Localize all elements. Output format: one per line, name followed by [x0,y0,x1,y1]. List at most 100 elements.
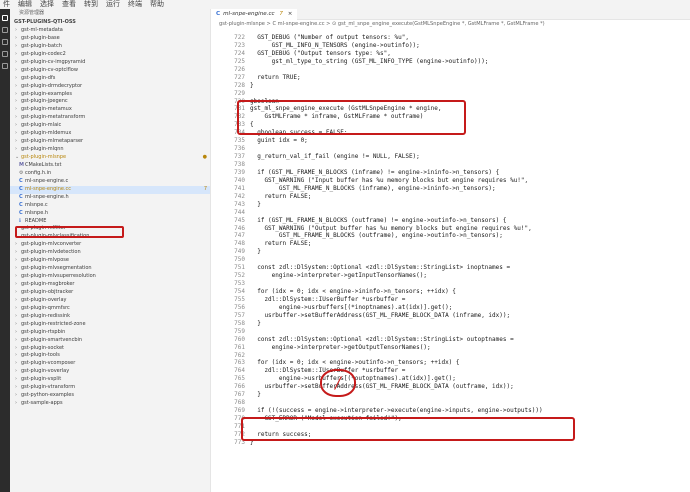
code-line[interactable]: 768 [211,399,690,407]
code-line[interactable]: 722 GST_DEBUG ("Number of output tensors… [211,34,690,42]
code-line[interactable]: 741 GST_ML_FRAME_N_BLOCKS (inframe), eng… [211,185,690,193]
tree-item[interactable]: ⌄ gst-plugin-mlsnpe ● [10,154,210,162]
tree-item[interactable]: › gst-plugin-jpegenc [10,98,210,106]
tree-item[interactable]: › gst-plugin-metatransform [10,114,210,122]
tree-item[interactable]: › gst-plugin-socket [10,345,210,353]
code-line[interactable]: 755 zdl::DlSystem::IUserBuffer *usrbuffe… [211,296,690,304]
code-line[interactable]: 766 usrbuffer->setBufferAddress(GST_ML_F… [211,383,690,391]
tree-item[interactable]: Cml-snpe-engine.h [10,194,210,202]
tree-item[interactable]: › gst-ml-metadata [10,27,210,35]
tree-item[interactable]: › gst-plugin-objtracker [10,289,210,297]
tree-item[interactable]: › gst-plugin-mlvpose [10,257,210,265]
tree-item[interactable]: › gst-plugin-codec2 [10,51,210,59]
code-line[interactable]: 724 GST_DEBUG ("Output tensors type: %s"… [211,50,690,58]
tree-item[interactable]: ℹ README [10,218,210,226]
code-view[interactable]: 722 GST_DEBUG ("Number of output tensors… [211,34,690,447]
menu-item-0[interactable]: 件 [3,0,10,9]
code-line[interactable]: 750 [211,256,690,264]
search-icon[interactable] [2,27,8,33]
extensions-icon[interactable] [2,63,8,69]
code-line[interactable]: 757 usrbuffer->setBufferAddress(GST_ML_F… [211,312,690,320]
code-line[interactable]: 767 } [211,391,690,399]
code-line[interactable]: 739 if (GST_ML_FRAME_N_BLOCKS (inframe) … [211,169,690,177]
tree-item[interactable]: Cml-snpe-engine.c [10,178,210,186]
tree-item[interactable]: Cmlsnpe.c [10,202,210,210]
code-line[interactable]: 726 [211,66,690,74]
tree-item[interactable]: › gst-plugin-vsplit [10,376,210,384]
menu-item-4[interactable]: 转到 [84,0,98,9]
menu-item-6[interactable]: 终端 [128,0,142,9]
tree-item[interactable]: › gst-plugin-redissink [10,313,210,321]
code-line[interactable]: 748 return FALSE; [211,240,690,248]
code-line[interactable]: 761 engine->interpreter->getOutputTensor… [211,344,690,352]
code-line[interactable]: 747 GST_ML_FRAME_N_BLOCKS (outframe), en… [211,232,690,240]
tree-item[interactable]: › gst-plugin-smartvencbin [10,337,210,345]
tree-item[interactable]: › gst-plugin-mlqnn [10,146,210,154]
tree-item[interactable]: › gst-plugin-mlvdetection [10,249,210,257]
code-line[interactable]: 744 [211,209,690,217]
tree-item[interactable]: › gst-plugin-drmdecryptor [10,83,210,91]
menu-item-3[interactable]: 查看 [62,0,76,9]
tree-item[interactable]: › gst-plugin-cv-optclflow [10,67,210,75]
tree-item[interactable]: › gst-plugin-metamux [10,106,210,114]
run-debug-icon[interactable] [2,51,8,57]
tree-item[interactable]: › gst-plugin-mlmetaparser [10,138,210,146]
tree-item[interactable]: › gst-plugin-cv-imgpyramid [10,59,210,67]
tree-item[interactable]: M CMakeLists.txt [10,162,210,170]
menu-item-1[interactable]: 编辑 [18,0,32,9]
code-line[interactable]: 729 [211,90,690,98]
code-line[interactable]: 735 guint idx = 0; [211,137,690,145]
menu-item-5[interactable]: 运行 [106,0,120,9]
code-line[interactable]: 756 engine->usrbuffers[(*inoptnames).at(… [211,304,690,312]
code-line[interactable]: 740 GST_WARNING ("Input buffer has %u me… [211,177,690,185]
tree-item[interactable]: › gst-plugin-dfs [10,75,210,83]
tree-item[interactable]: › gst-plugin-vtransform [10,384,210,392]
tree-item[interactable]: › gst-plugin-mlvconverter [10,241,210,249]
tree-item[interactable]: › gst-plugin-mldemux [10,130,210,138]
tree-item[interactable]: › gst-plugin-examples [10,91,210,99]
tree-item[interactable]: ⚙ config.h.in [10,170,210,178]
code-line[interactable]: 728} [211,82,690,90]
code-line[interactable]: 745 if (GST_ML_FRAME_N_BLOCKS (outframe)… [211,217,690,225]
tree-item[interactable]: Cmlsnpe.h [10,210,210,218]
tree-item[interactable]: › gst-plugin-qmmfsrc [10,305,210,313]
tree-item[interactable]: › gst-plugin-vcomposer [10,360,210,368]
code-line[interactable]: 763 for (idx = 0; idx < engine->outinfo-… [211,359,690,367]
code-line[interactable]: 754 for (idx = 0; idx < engine->ininfo->… [211,288,690,296]
tree-item[interactable]: › gst-plugin-msgbroker [10,281,210,289]
tree-item[interactable]: › gst-plugin-batch [10,43,210,51]
tree-item[interactable]: › gst-python-examples [10,392,210,400]
tree-item[interactable]: › gst-plugin-tools [10,352,210,360]
code-line[interactable]: 749 } [211,248,690,256]
code-line[interactable]: 743 } [211,201,690,209]
code-line[interactable]: 727 return TRUE; [211,74,690,82]
tree-item[interactable]: › gst-plugin-base [10,35,210,43]
code-line[interactable]: 725 gst_ml_type_to_string (GST_ML_INFO_T… [211,58,690,66]
breadcrumb[interactable]: gst-plugin-mlsnpe > C ml-snpe-engine.cc … [211,20,690,29]
code-line[interactable]: 752 engine->interpreter->getInputTensorN… [211,272,690,280]
code-line[interactable]: 738 [211,161,690,169]
code-line[interactable]: 736 [211,145,690,153]
code-line[interactable]: 723 GST_ML_INFO_N_TENSORS (engine->outin… [211,42,690,50]
code-line[interactable]: 758 } [211,320,690,328]
code-line[interactable]: 762 [211,352,690,360]
code-line[interactable]: 765 engine->usrbuffers[(*outoptnames).at… [211,375,690,383]
menu-item-7[interactable]: 帮助 [150,0,164,9]
code-line[interactable]: 769 if (!(success = engine->interpreter-… [211,407,690,415]
tree-item[interactable]: › gst-plugin-voverlay [10,368,210,376]
tree-item[interactable]: › gst-plugin-mlvsuperresolution [10,273,210,281]
tree-item[interactable]: › gst-plugin-overlay [10,297,210,305]
tree-item[interactable]: › gst-sample-apps [10,400,210,408]
code-line[interactable]: 759 [211,328,690,336]
close-icon[interactable]: × [288,11,293,17]
files-icon[interactable] [2,15,8,21]
code-line[interactable]: 746 GST_WARNING ("Output buffer has %u m… [211,225,690,233]
tree-item[interactable]: Cml-snpe-engine.cc 7 [10,185,210,194]
tree-item[interactable]: › gst-plugin-mlvsegmentation [10,265,210,273]
tab-ml-snpe-engine-cc[interactable]: Cml-snpe-engine.cc 7 × [211,9,298,20]
code-line[interactable]: 760 const zdl::DlSystem::Optional <zdl::… [211,336,690,344]
tree-item[interactable]: › gst-plugin-rtspbin [10,329,210,337]
code-line[interactable]: 753 [211,280,690,288]
code-line[interactable]: 742 return FALSE; [211,193,690,201]
tree-item[interactable]: › gst-plugin-mlaic [10,122,210,130]
